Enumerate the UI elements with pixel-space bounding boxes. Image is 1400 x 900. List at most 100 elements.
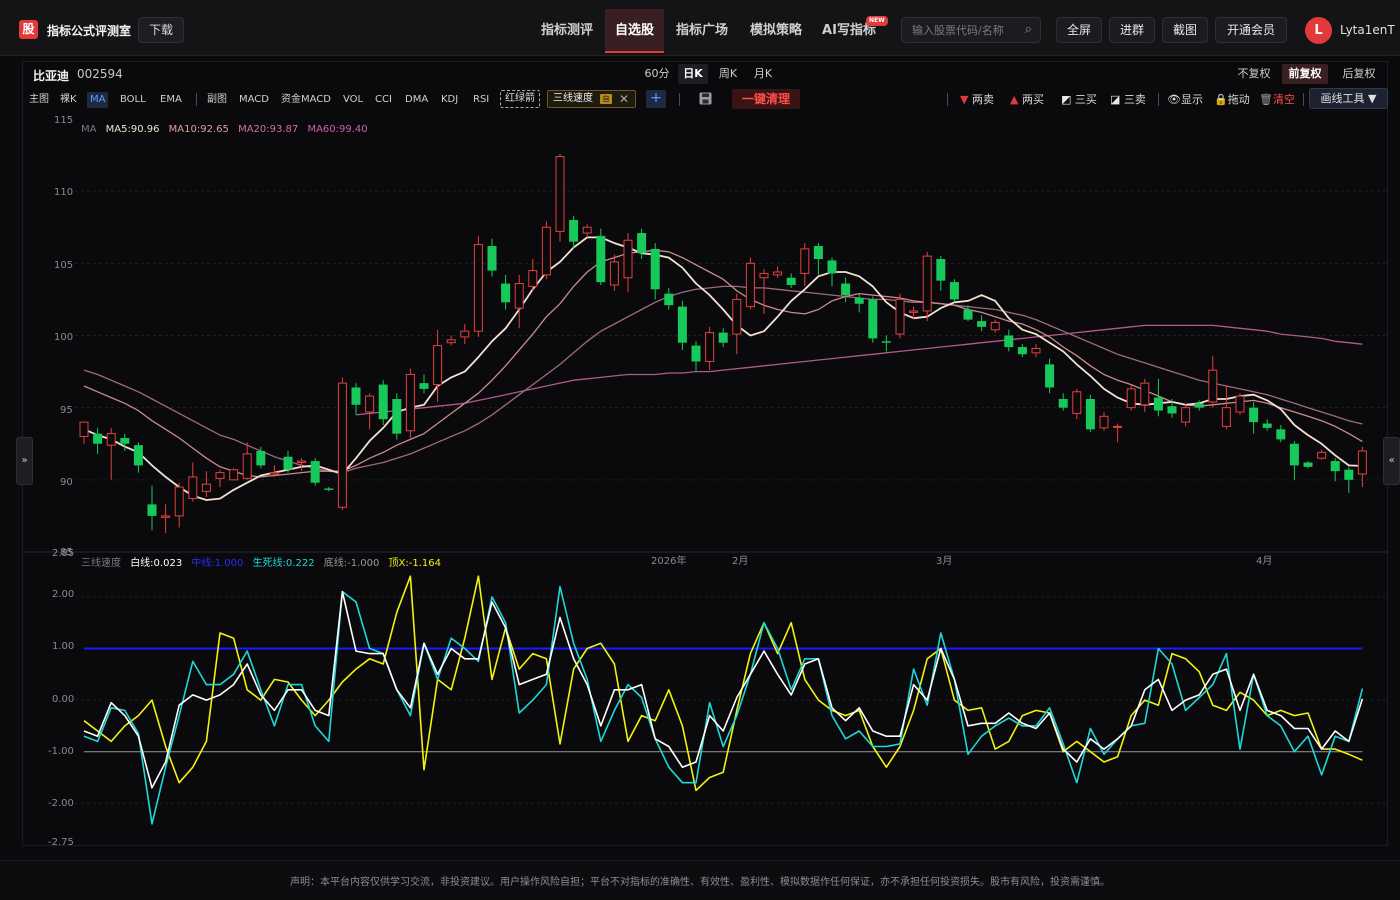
kline-chart[interactable]: 115 110 105 100 95 90 85 2.85 2.00 1.00 … <box>0 0 1400 860</box>
candle-body <box>1017 347 1027 355</box>
y-tick: -2.75 <box>48 837 74 848</box>
candle <box>1126 384 1136 411</box>
candle <box>664 287 674 310</box>
candle-body <box>555 156 565 233</box>
candle-body <box>188 476 198 500</box>
candle <box>229 468 239 481</box>
candle-body <box>337 382 347 508</box>
candle-body <box>283 456 293 470</box>
candle-body <box>1140 382 1150 406</box>
candle <box>79 421 89 444</box>
ma-lines <box>83 236 1363 501</box>
candle-body <box>514 283 524 309</box>
candle-body <box>800 248 810 274</box>
candle <box>405 368 415 438</box>
expand-right-toggle[interactable]: « <box>1383 437 1400 485</box>
candle-body <box>215 472 225 479</box>
candle <box>501 274 511 310</box>
candle <box>745 257 755 310</box>
candle <box>895 293 905 339</box>
candle-body <box>1072 391 1082 414</box>
x-tick: 4月 <box>1256 555 1272 567</box>
candle-body <box>596 235 606 283</box>
candle-body <box>609 261 619 286</box>
candle <box>147 485 157 531</box>
candle <box>528 259 538 291</box>
candle-body <box>1221 407 1231 427</box>
candle <box>759 269 769 314</box>
candle <box>1289 440 1299 480</box>
candle <box>1357 446 1367 488</box>
candle <box>337 377 347 511</box>
candle-body <box>174 486 184 517</box>
candle-body <box>1303 462 1313 467</box>
candle <box>133 442 143 473</box>
candle-body <box>378 384 388 420</box>
candle <box>1262 419 1272 431</box>
candle <box>705 326 715 371</box>
candle-body <box>1357 450 1367 475</box>
lifeline-value: 生死线:0.222 <box>253 556 315 569</box>
candle-body <box>473 244 483 332</box>
candle <box>569 215 579 249</box>
expand-left-toggle[interactable]: » <box>16 437 33 485</box>
candle-body <box>79 421 89 438</box>
candle-body <box>541 226 551 276</box>
candle-body <box>405 373 415 432</box>
y-tick: -2.00 <box>48 798 74 809</box>
candle <box>732 293 742 355</box>
candle-body <box>433 345 443 386</box>
candle <box>1317 449 1327 460</box>
candle-body <box>1344 469 1354 480</box>
main-y-axis: 115 110 105 100 95 90 85 <box>54 115 73 558</box>
candle <box>881 335 891 352</box>
candle-body <box>827 260 837 274</box>
disclaimer: 声明：本平台内容仅供学习交流，非投资建议。用户操作风险自担；平台不对指标的准确性… <box>290 877 1110 888</box>
candle <box>365 393 375 430</box>
candle <box>1208 355 1218 408</box>
candle-body <box>786 277 796 285</box>
candle-body <box>705 332 715 362</box>
candle-body <box>881 341 891 343</box>
candle <box>1072 388 1082 420</box>
candle-body <box>1126 388 1136 409</box>
candle <box>637 228 647 260</box>
candle <box>854 293 864 313</box>
candle-body <box>773 271 783 276</box>
apex-value: 顶X:-1.164 <box>389 557 441 569</box>
candle-body <box>1085 399 1095 430</box>
candle <box>949 279 959 303</box>
candle-body <box>310 461 320 483</box>
bottom-line-value: 底线:-1.000 <box>324 556 380 569</box>
candle <box>283 450 293 473</box>
candle <box>718 328 728 348</box>
candle <box>378 380 388 425</box>
sub-y-axis: 2.85 2.00 1.00 0.00 -1.00 -2.00 -2.75 <box>48 548 74 848</box>
candle <box>1031 344 1041 358</box>
y-tick: 0.00 <box>52 694 74 705</box>
candle-body <box>446 339 456 344</box>
x-tick: 2026年 <box>651 554 686 567</box>
candle <box>691 341 701 372</box>
candle-body <box>201 483 211 492</box>
candle <box>977 315 987 332</box>
y-tick: -1.00 <box>48 746 74 757</box>
candle-body <box>732 298 742 335</box>
candle <box>1276 424 1286 443</box>
candle <box>514 274 524 329</box>
candle <box>310 458 320 486</box>
candle-body <box>745 262 755 308</box>
candle-body <box>1181 407 1191 423</box>
candle-body <box>93 433 103 444</box>
candle <box>1330 458 1340 482</box>
ma20-line <box>83 285 1363 474</box>
candle-body <box>1208 369 1218 403</box>
candle <box>174 482 184 528</box>
indicator-legend: 三线速度 白线:0.023 中线:1.000 生死线:0.222 底线:-1.0… <box>81 556 441 569</box>
candle-body <box>813 246 823 260</box>
candle <box>936 256 946 291</box>
ma-legend: MA MA5:90.96 MA10:92.65 MA20:93.87 MA60:… <box>81 124 368 135</box>
lifeline <box>83 585 1364 825</box>
ma20-value: MA20:93.87 <box>238 124 298 135</box>
candle-body <box>528 270 538 287</box>
